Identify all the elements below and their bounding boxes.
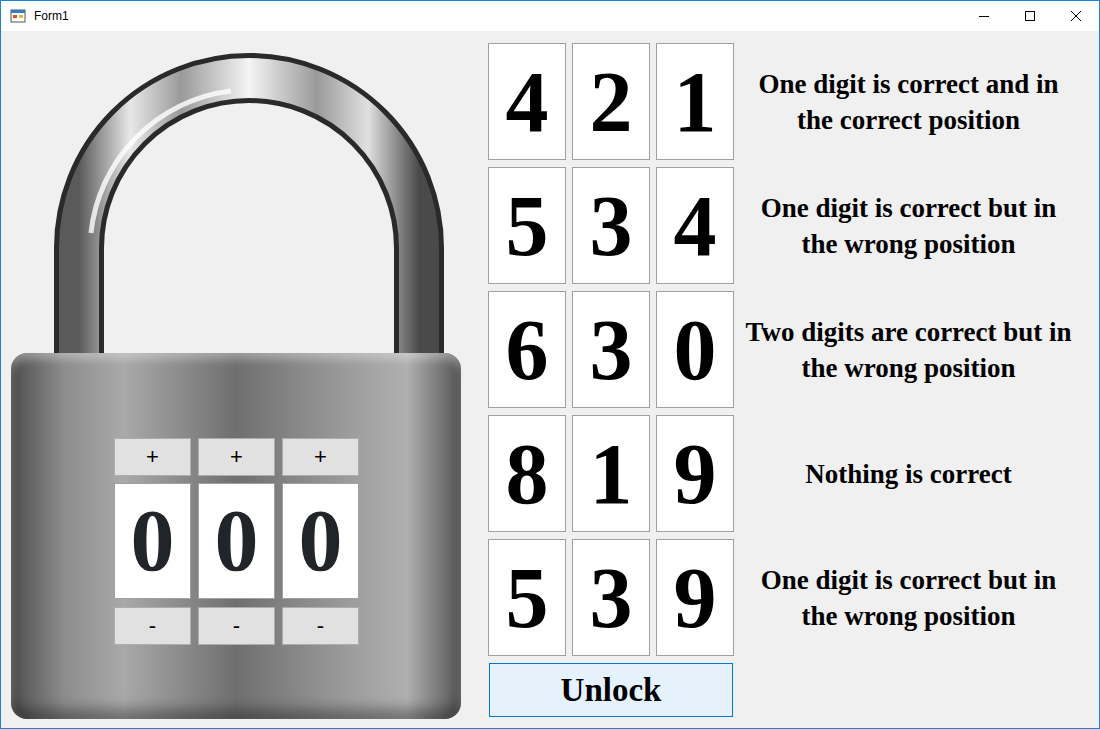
clue-list: 421One digit is correct and in the corre… xyxy=(488,43,1076,717)
clue-digit: 3 xyxy=(572,539,650,656)
dial: +0 - xyxy=(114,438,191,645)
clue-digit: 2 xyxy=(572,43,650,160)
dial-digit: 0 xyxy=(282,483,359,599)
decrement-button[interactable]: - xyxy=(114,607,191,645)
clue-digits: 539 xyxy=(488,539,734,656)
lock-body: +0-+0-+0- xyxy=(11,353,461,719)
clue-digit: 3 xyxy=(572,167,650,284)
decrement-button[interactable]: - xyxy=(198,607,275,645)
clue-hint: Two digits are correct but in the wrong … xyxy=(741,314,1076,386)
clue-digit: 1 xyxy=(572,415,650,532)
clue-digit: 1 xyxy=(656,43,734,160)
clue-digit: 8 xyxy=(488,415,566,532)
decrement-button[interactable]: - xyxy=(282,607,359,645)
dial-digit: 0 xyxy=(198,483,275,599)
dial-digit: 0 xyxy=(114,483,191,599)
clue-row: 539One digit is correct but in the wrong… xyxy=(488,539,1076,656)
clue-digit: 5 xyxy=(488,167,566,284)
increment-button[interactable]: + xyxy=(114,438,191,476)
form-icon xyxy=(10,8,26,24)
combination-dials: +0-+0-+0- xyxy=(114,438,461,645)
increment-button[interactable]: + xyxy=(282,438,359,476)
dial: +0 - xyxy=(282,438,359,645)
clue-digit: 4 xyxy=(488,43,566,160)
unlock-button[interactable]: Unlock xyxy=(489,663,733,717)
clue-row: 819Nothing is correct xyxy=(488,415,1076,532)
clue-digit: 6 xyxy=(488,291,566,408)
clue-digit: 3 xyxy=(572,291,650,408)
title-bar: Form1 xyxy=(1,1,1099,31)
clue-row: 630Two digits are correct but in the wro… xyxy=(488,291,1076,408)
minimize-icon[interactable] xyxy=(979,11,989,21)
clue-digit: 4 xyxy=(656,167,734,284)
clue-digit: 5 xyxy=(488,539,566,656)
clue-row: 421One digit is correct and in the corre… xyxy=(488,43,1076,160)
clue-hint: One digit is correct and in the correct … xyxy=(741,66,1076,138)
clue-row: 534One digit is correct but in the wrong… xyxy=(488,167,1076,284)
close-icon[interactable] xyxy=(1071,11,1081,21)
clue-digit: 0 xyxy=(656,291,734,408)
clue-digits: 421 xyxy=(488,43,734,160)
clue-hint: One digit is correct but in the wrong po… xyxy=(741,190,1076,262)
window-controls xyxy=(961,1,1099,31)
clue-digit: 9 xyxy=(656,415,734,532)
clue-hint: One digit is correct but in the wrong po… xyxy=(741,562,1076,634)
close-button[interactable] xyxy=(1053,1,1099,31)
form-window: Form1+0-+0-+0-421One digit is correct an… xyxy=(0,0,1100,729)
clue-digits: 630 xyxy=(488,291,734,408)
clue-hint: Nothing is correct xyxy=(741,456,1076,492)
shackle-icon xyxy=(11,43,461,353)
padlock: +0-+0-+0- xyxy=(11,43,461,719)
form-body: +0-+0-+0-421One digit is correct and in … xyxy=(1,31,1099,719)
minimize-button[interactable] xyxy=(961,1,1007,31)
clue-digits: 819 xyxy=(488,415,734,532)
clue-digit: 9 xyxy=(656,539,734,656)
increment-button[interactable]: + xyxy=(198,438,275,476)
maximize-icon[interactable] xyxy=(1025,11,1035,21)
window-title: Form1 xyxy=(34,7,69,25)
maximize-button[interactable] xyxy=(1007,1,1053,31)
clue-digits: 534 xyxy=(488,167,734,284)
dial: +0 - xyxy=(198,438,275,645)
